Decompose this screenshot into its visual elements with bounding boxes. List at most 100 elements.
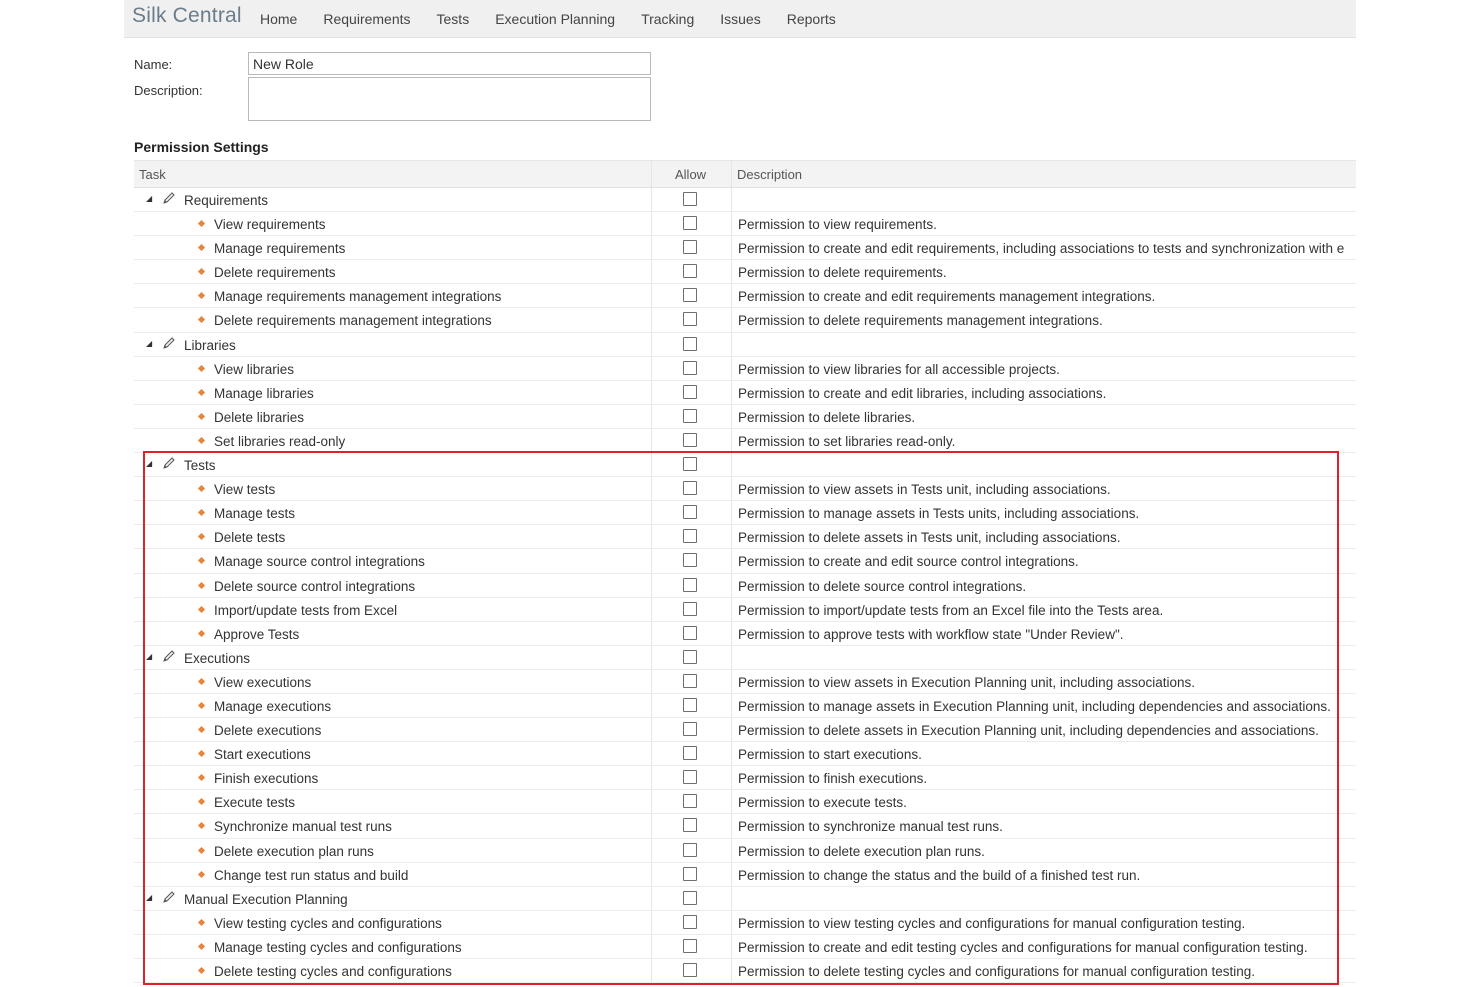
nav-issues[interactable]: Issues	[720, 11, 760, 27]
allow-checkbox[interactable]	[683, 842, 697, 857]
permission-group-row[interactable]: ◢ Tests	[134, 453, 1356, 478]
allow-checkbox[interactable]	[683, 697, 697, 712]
permission-row[interactable]: Manage requirements Permission to create …	[134, 236, 1356, 261]
allow-checkbox[interactable]	[683, 963, 697, 977]
permission-row[interactable]: View libraries Permission to view librari…	[134, 356, 1356, 381]
permission-row[interactable]: Delete libraries Permission to delete lib…	[134, 404, 1356, 429]
permission-group-row[interactable]: ◢ Executions	[134, 645, 1356, 670]
allow-checkbox[interactable]	[683, 914, 697, 929]
allow-checkbox[interactable]	[683, 505, 697, 520]
permission-row[interactable]: Manage tests Permission to manage assets …	[134, 501, 1356, 526]
nav-execution-planning[interactable]: Execution Planning	[495, 11, 615, 27]
allow-checkbox[interactable]	[683, 288, 697, 303]
permission-group-row[interactable]: ◢ Manual Execution Planning	[134, 886, 1356, 911]
allow-checkbox[interactable]	[683, 360, 697, 375]
allow-checkbox[interactable]	[683, 649, 697, 664]
permission-group-row[interactable]: ◢ Requirements	[134, 188, 1356, 213]
column-divider	[651, 212, 652, 236]
description-textarea[interactable]	[248, 77, 651, 121]
nav-requirements[interactable]: Requirements	[323, 11, 410, 27]
bullet-diamond-icon	[197, 244, 206, 252]
permission-row[interactable]: View tests Permission to view assets in T…	[134, 477, 1356, 502]
permission-row[interactable]: Delete execution plan runs Permission to …	[134, 838, 1356, 863]
collapse-toggle-icon[interactable]: ◢	[146, 652, 152, 661]
permission-group-row[interactable]: ◢ Libraries	[134, 332, 1356, 357]
allow-checkbox[interactable]	[683, 529, 697, 544]
allow-checkbox[interactable]	[683, 336, 697, 351]
allow-checkbox[interactable]	[683, 408, 697, 423]
allow-checkbox[interactable]	[683, 890, 697, 905]
permission-row[interactable]: Delete requirements Permission to delete …	[134, 260, 1356, 285]
permission-row[interactable]: Synchronize manual test runs Permission t…	[134, 814, 1356, 839]
permission-row[interactable]: Delete testing cycles and configurations…	[134, 959, 1356, 984]
allow-checkbox[interactable]	[683, 192, 697, 206]
permission-description: Permission to create and edit requiremen…	[738, 241, 1345, 257]
allow-checkbox[interactable]	[683, 577, 697, 592]
allow-checkbox[interactable]	[683, 818, 697, 833]
permission-row[interactable]: Approve Tests Permission to approve tests…	[134, 621, 1356, 646]
allow-checkbox[interactable]	[683, 264, 697, 279]
bullet-diamond-icon	[197, 870, 206, 878]
collapse-toggle-icon[interactable]: ◢	[146, 194, 152, 203]
column-divider	[651, 332, 652, 356]
name-input[interactable]	[248, 52, 651, 75]
permission-row[interactable]: Import/update tests from Excel Permission…	[134, 597, 1356, 622]
permission-row[interactable]: Delete tests Permission to delete assets …	[134, 525, 1356, 550]
permission-row[interactable]: Start executions Permission to start exec…	[134, 742, 1356, 767]
allow-checkbox[interactable]	[683, 673, 697, 688]
permission-row[interactable]: Execute tests Permission to execute tests…	[134, 790, 1356, 815]
group-label: Manual Execution Planning	[184, 891, 348, 907]
column-divider	[651, 188, 652, 212]
allow-checkbox[interactable]	[683, 384, 697, 399]
nav-tracking[interactable]: Tracking	[641, 11, 694, 27]
allow-checkbox[interactable]	[683, 481, 697, 496]
collapse-toggle-icon[interactable]: ◢	[146, 459, 152, 468]
allow-checkbox[interactable]	[683, 722, 697, 737]
bullet-diamond-icon	[197, 412, 206, 420]
task-label: View tests	[214, 482, 276, 498]
permission-row[interactable]: Manage requirements management integrati…	[134, 284, 1356, 309]
permission-row[interactable]: Delete requirements management integrati…	[134, 308, 1356, 333]
permission-row[interactable]: Manage libraries Permission to create and…	[134, 380, 1356, 405]
permission-row[interactable]: Change test run status and build Permissi…	[134, 862, 1356, 887]
allow-checkbox[interactable]	[683, 457, 697, 472]
permission-row[interactable]: Finish executions Permission to finish ex…	[134, 766, 1356, 791]
allow-checkbox[interactable]	[683, 432, 697, 447]
column-header-task[interactable]: Task	[139, 167, 166, 182]
permission-description: Permission to delete source control inte…	[738, 578, 1027, 594]
allow-checkbox[interactable]	[683, 216, 697, 231]
column-header-allow[interactable]: Allow	[675, 167, 706, 182]
allow-checkbox[interactable]	[683, 866, 697, 881]
permission-row[interactable]: View requirements Permission to view requ…	[134, 212, 1356, 237]
column-divider	[731, 573, 732, 597]
bullet-diamond-icon	[197, 701, 206, 710]
permission-row[interactable]: View executions Permission to view assets…	[134, 669, 1356, 694]
collapse-toggle-icon[interactable]: ◢	[146, 893, 152, 902]
allow-checkbox[interactable]	[683, 240, 697, 255]
allow-checkbox[interactable]	[683, 553, 697, 568]
permission-row[interactable]: Manage testing cycles and configurations…	[134, 934, 1356, 959]
task-label: Manage executions	[214, 698, 332, 714]
nav-tests[interactable]: Tests	[437, 11, 470, 27]
permission-row[interactable]: Manage source control integrations Permis…	[134, 549, 1356, 574]
permission-row[interactable]: Manage executions Permission to manage as…	[134, 693, 1356, 719]
permission-row[interactable]: View testing cycles and configurations Pe…	[134, 910, 1356, 935]
column-header-description[interactable]: Description	[737, 167, 802, 182]
allow-checkbox[interactable]	[683, 770, 697, 785]
allow-checkbox[interactable]	[683, 312, 697, 327]
grid-body: ◢ Requirements View requirements Permission…	[134, 188, 1356, 984]
pencil-icon	[163, 457, 175, 469]
allow-checkbox[interactable]	[683, 601, 697, 616]
column-divider	[651, 501, 652, 525]
allow-checkbox[interactable]	[683, 746, 697, 761]
permission-row[interactable]: Delete source control integrations Permis…	[134, 573, 1356, 598]
permission-row[interactable]: Set libraries read-only Permission to set…	[134, 428, 1356, 454]
nav-home[interactable]: Home	[260, 11, 297, 27]
allow-checkbox[interactable]	[683, 794, 697, 809]
allow-checkbox[interactable]	[683, 938, 697, 953]
allow-checkbox[interactable]	[683, 625, 697, 640]
nav-reports[interactable]: Reports	[787, 11, 836, 27]
collapse-toggle-icon[interactable]: ◢	[146, 339, 152, 348]
permission-row[interactable]: Delete executions Permission to delete as…	[134, 718, 1356, 743]
permission-description: Permission to import/update tests from a…	[738, 602, 1164, 618]
